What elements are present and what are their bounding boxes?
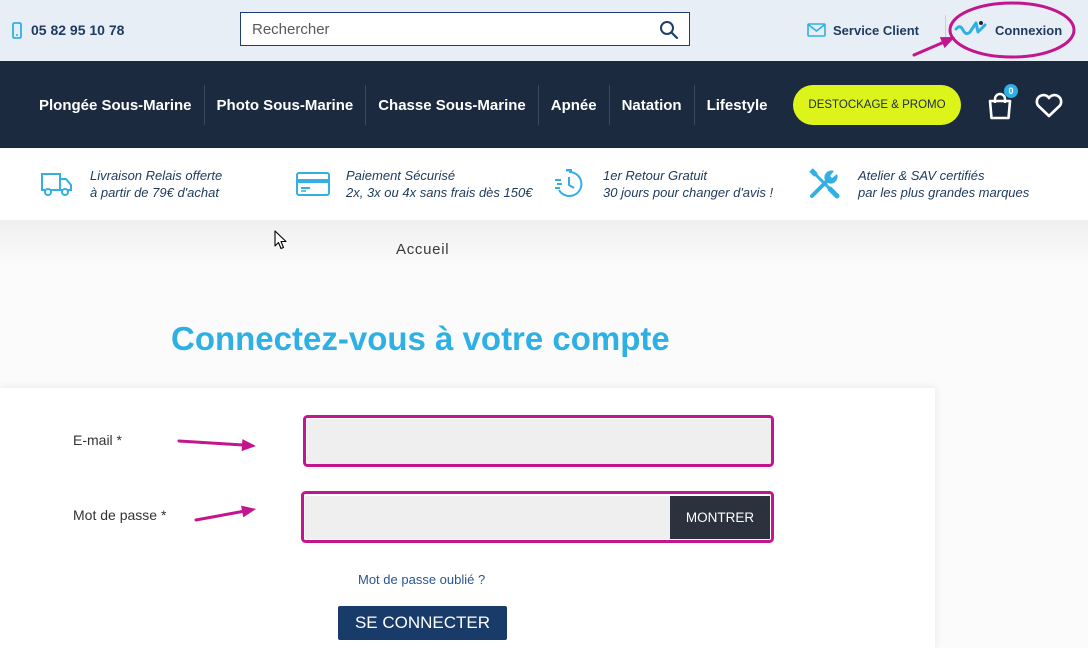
benefit-return: 1er Retour Gratuit 30 jours pour changer… bbox=[553, 167, 773, 201]
nav-item-apnee[interactable]: Apnée bbox=[537, 85, 609, 125]
breadcrumb-home[interactable]: Accueil bbox=[396, 241, 449, 258]
show-password-button[interactable]: MONTRER bbox=[670, 496, 770, 539]
benefit-subtitle: par les plus grandes marques bbox=[858, 185, 1030, 200]
connexion-label: Connexion bbox=[995, 22, 1063, 38]
main-nav: Plongée Sous-Marine Photo Sous-Marine Ch… bbox=[0, 61, 1088, 148]
nav-item-plongee[interactable]: Plongée Sous-Marine bbox=[39, 85, 204, 125]
nav-item-natation[interactable]: Natation bbox=[608, 85, 694, 125]
benefit-title: Atelier & SAV certifiés bbox=[858, 168, 985, 183]
search-button[interactable] bbox=[659, 19, 681, 41]
cart-count-badge: 0 bbox=[1004, 84, 1018, 98]
phone-icon bbox=[12, 21, 22, 39]
nav-item-chasse[interactable]: Chasse Sous-Marine bbox=[365, 85, 538, 125]
phone-number: 05 82 95 10 78 bbox=[31, 22, 125, 38]
benefit-delivery: Livraison Relais offerte à partir de 79€… bbox=[40, 167, 222, 201]
benefit-title: 1er Retour Gratuit bbox=[603, 168, 708, 183]
page-title: Connectez-vous à votre compte bbox=[171, 320, 670, 357]
phone-contact[interactable]: 05 82 95 10 78 bbox=[12, 20, 124, 40]
benefit-title: Livraison Relais offerte bbox=[90, 168, 223, 183]
benefits-bar: Livraison Relais offerte à partir de 79€… bbox=[0, 148, 1088, 220]
benefit-text: Paiement Sécurisé 2x, 3x ou 4x sans frai… bbox=[346, 167, 532, 201]
search-input[interactable] bbox=[241, 13, 651, 45]
password-field[interactable] bbox=[305, 496, 670, 539]
credit-card-icon bbox=[296, 167, 346, 201]
truck-icon bbox=[40, 167, 90, 201]
envelope-icon bbox=[807, 23, 826, 37]
swimmer-logo-icon bbox=[954, 20, 987, 40]
email-label: E-mail * bbox=[73, 432, 123, 448]
promo-button[interactable]: DESTOCKAGE & PROMO bbox=[793, 85, 961, 125]
benefit-workshop: Atelier & SAV certifiés par les plus gra… bbox=[808, 167, 1029, 201]
benefit-subtitle: à partir de 79€ d'achat bbox=[90, 185, 219, 200]
nav-menu: Plongée Sous-Marine Photo Sous-Marine Ch… bbox=[39, 85, 779, 125]
benefit-subtitle: 2x, 3x ou 4x sans frais dès 150€ bbox=[346, 185, 533, 200]
benefit-text: Atelier & SAV certifiés par les plus gra… bbox=[858, 167, 1029, 201]
search-icon bbox=[660, 21, 679, 40]
top-bar: 05 82 95 10 78 Service Client Connexion bbox=[0, 0, 1088, 61]
nav-item-photo[interactable]: Photo Sous-Marine bbox=[203, 85, 366, 125]
benefit-text: 1er Retour Gratuit 30 jours pour changer… bbox=[603, 167, 773, 201]
timer-icon bbox=[553, 167, 603, 201]
tools-icon bbox=[808, 167, 858, 201]
service-client-link[interactable]: Service Client bbox=[807, 21, 919, 39]
wishlist-button[interactable] bbox=[1034, 93, 1064, 119]
benefit-title: Paiement Sécurisé bbox=[346, 168, 456, 183]
login-submit-button[interactable]: SE CONNECTER bbox=[338, 606, 507, 640]
mouse-cursor-icon bbox=[274, 230, 288, 250]
benefit-payment: Paiement Sécurisé 2x, 3x ou 4x sans frai… bbox=[296, 167, 532, 201]
heart-icon bbox=[1035, 93, 1063, 118]
divider bbox=[945, 15, 946, 45]
connexion-link[interactable]: Connexion bbox=[954, 19, 1062, 41]
breadcrumb: Accueil bbox=[0, 220, 1088, 266]
benefit-subtitle: 30 jours pour changer d'avis ! bbox=[603, 185, 774, 200]
benefit-text: Livraison Relais offerte à partir de 79€… bbox=[90, 167, 222, 201]
email-field[interactable] bbox=[307, 419, 771, 464]
password-label: Mot de passe * bbox=[73, 507, 167, 523]
search-box bbox=[240, 12, 690, 46]
service-client-label: Service Client bbox=[833, 22, 919, 38]
nav-item-lifestyle[interactable]: Lifestyle bbox=[693, 85, 780, 125]
login-form: E-mail * Mot de passe * MONTRER Mot de p… bbox=[0, 388, 935, 648]
forgot-password-link[interactable]: Mot de passe oublié ? bbox=[358, 572, 485, 587]
